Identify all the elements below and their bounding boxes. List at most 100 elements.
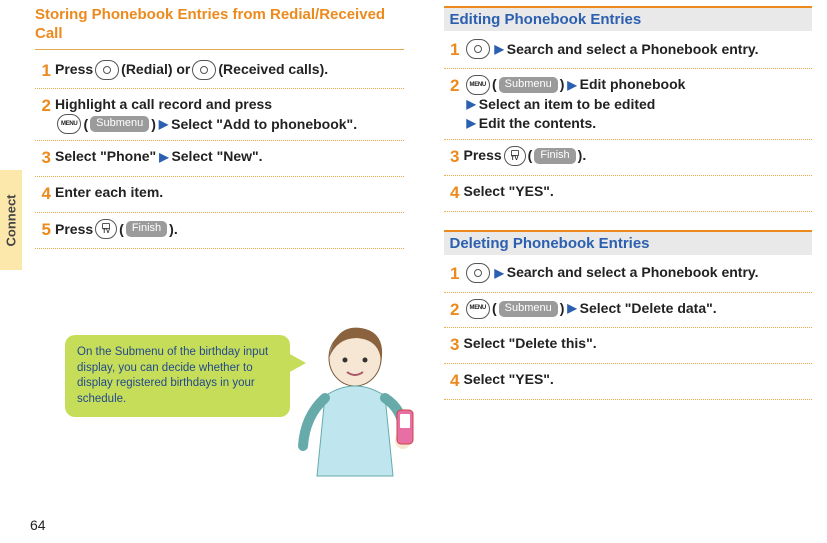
heading-editing: Editing Phonebook Entries	[444, 6, 813, 31]
step-body: Select "Phone" ▶ Select "New".	[55, 147, 404, 166]
finish-badge: Finish	[534, 148, 575, 164]
text: Press	[55, 220, 93, 239]
text: )	[560, 75, 565, 94]
step-body: Highlight a call record and press MENU (…	[55, 95, 404, 134]
step-body: Select "YES".	[464, 370, 813, 389]
step: 3 Press TV ( Finish ).	[444, 146, 813, 176]
arrow-right-icon: ▶	[159, 149, 168, 165]
text: Edit the contents.	[479, 114, 596, 133]
finish-badge: Finish	[126, 221, 167, 237]
step-number: 3	[444, 334, 460, 357]
step-number: 2	[35, 95, 51, 118]
menu-key-icon: MENU	[57, 114, 81, 134]
step: 1 ▶ Search and select a Phonebook entry.	[444, 263, 813, 293]
text: ).	[169, 220, 178, 239]
camera-tv-key-icon: TV	[95, 219, 117, 239]
text: Highlight a call record and press	[55, 95, 272, 114]
edit-block: Editing Phonebook Entries 1 ▶ Search and…	[444, 6, 813, 212]
text: Select "Phone"	[55, 147, 156, 166]
step: 4 Select "YES".	[444, 370, 813, 400]
step-body: ▶ Search and select a Phonebook entry.	[464, 263, 813, 283]
heading-storing: Storing Phonebook Entries from Redial/Re…	[35, 6, 404, 50]
nav-down-key-icon	[466, 39, 490, 59]
step: 2 Highlight a call record and press MENU…	[35, 95, 404, 141]
text: Select "YES".	[464, 183, 554, 199]
text: (	[83, 115, 88, 134]
text: )	[151, 115, 156, 134]
text: (	[492, 299, 497, 318]
step: 3 Select "Phone" ▶ Select "New".	[35, 147, 404, 177]
step-number: 1	[444, 263, 460, 286]
text: Enter each item.	[55, 184, 163, 200]
camera-tv-key-icon: TV	[504, 146, 526, 166]
step-number: 5	[35, 219, 51, 242]
nav-left-key-icon	[192, 60, 216, 80]
step-number: 2	[444, 75, 460, 98]
step-number: 4	[444, 182, 460, 205]
text: (	[528, 146, 533, 165]
step-body: MENU ( Submenu ) ▶ Edit phonebook ▶ Sele…	[464, 75, 813, 133]
text: Select "Delete data".	[580, 299, 717, 318]
page-number: 64	[30, 517, 46, 533]
step-body: Enter each item.	[55, 183, 404, 202]
text: (	[492, 75, 497, 94]
text: Search and select a Phonebook entry.	[507, 40, 759, 59]
submenu-badge: Submenu	[499, 77, 558, 93]
submenu-badge: Submenu	[90, 116, 149, 132]
text: ).	[578, 146, 587, 165]
arrow-right-icon: ▶	[567, 77, 576, 93]
nav-down-key-icon	[466, 263, 490, 283]
step-number: 4	[35, 183, 51, 206]
text: Press	[55, 60, 93, 79]
arrow-right-icon: ▶	[159, 116, 168, 132]
text: Press	[464, 146, 502, 165]
right-column: Editing Phonebook Entries 1 ▶ Search and…	[424, 0, 818, 543]
tip-text: On the Submenu of the birthday input dis…	[77, 346, 268, 405]
menu-key-icon: MENU	[466, 299, 490, 319]
step-body: Press (Redial) or (Received calls).	[55, 60, 404, 80]
nav-right-key-icon	[95, 60, 119, 80]
step: 2 MENU ( Submenu ) ▶ Select "Delete data…	[444, 299, 813, 329]
heading-deleting: Deleting Phonebook Entries	[444, 230, 813, 255]
step-body: MENU ( Submenu ) ▶ Select "Delete data".	[464, 299, 813, 319]
step-body: Select "Delete this".	[464, 334, 813, 353]
step-body: Press TV ( Finish ).	[464, 146, 813, 166]
step: 3 Select "Delete this".	[444, 334, 813, 364]
arrow-right-icon: ▶	[467, 96, 476, 112]
step-number: 3	[35, 147, 51, 170]
text: Select "Add to phonebook".	[171, 115, 357, 134]
step: 2 MENU ( Submenu ) ▶ Edit phonebook ▶ Se…	[444, 75, 813, 140]
step-body: ▶ Search and select a Phonebook entry.	[464, 39, 813, 59]
submenu-badge: Submenu	[499, 301, 558, 317]
side-tab: Connect	[0, 170, 22, 270]
step-number: 3	[444, 146, 460, 169]
delete-block: Deleting Phonebook Entries 1 ▶ Search an…	[444, 230, 813, 401]
text: Select "Delete this".	[464, 335, 597, 351]
step-body: Press TV ( Finish ).	[55, 219, 404, 239]
arrow-right-icon: ▶	[495, 265, 504, 281]
text: Search and select a Phonebook entry.	[507, 263, 759, 282]
arrow-right-icon: ▶	[467, 115, 476, 131]
text: (Received calls).	[218, 60, 328, 79]
step-number: 4	[444, 370, 460, 393]
text: (	[119, 220, 124, 239]
step: 4 Select "YES".	[444, 182, 813, 212]
step-number: 1	[444, 39, 460, 62]
text: (Redial) or	[121, 60, 190, 79]
text: )	[560, 299, 565, 318]
arrow-right-icon: ▶	[495, 41, 504, 57]
text: Edit phonebook	[580, 75, 686, 94]
text: Select "New".	[171, 147, 262, 166]
side-tab-label: Connect	[4, 194, 19, 246]
step: 4 Enter each item.	[35, 183, 404, 213]
step-number: 1	[35, 60, 51, 83]
step: 5 Press TV ( Finish ).	[35, 219, 404, 249]
text: Select an item to be edited	[479, 95, 656, 114]
person-illustration-icon	[285, 316, 420, 486]
step: 1 ▶ Search and select a Phonebook entry.	[444, 39, 813, 69]
menu-key-icon: MENU	[466, 75, 490, 95]
step-body: Select "YES".	[464, 182, 813, 201]
text: Select "YES".	[464, 371, 554, 387]
step-number: 2	[444, 299, 460, 322]
tip-callout: On the Submenu of the birthday input dis…	[65, 335, 290, 417]
